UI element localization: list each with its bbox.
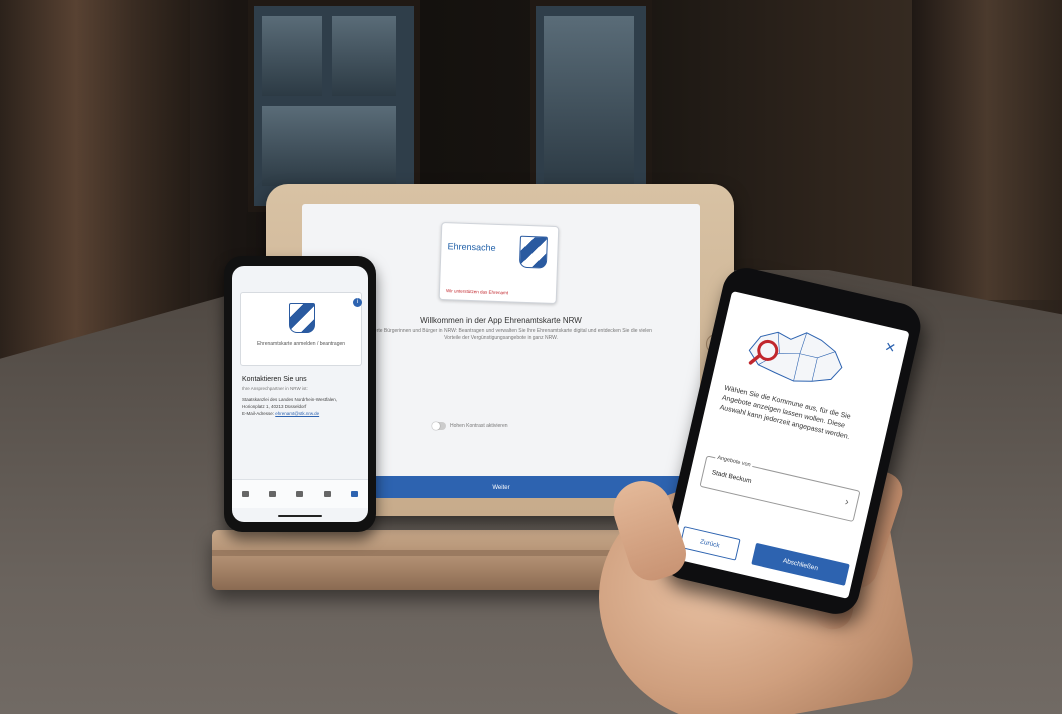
back-button[interactable]: Zurück bbox=[679, 526, 741, 561]
contact-subheading: Ihre Ansprechpartner in NRW ist: bbox=[242, 386, 308, 391]
nrw-map-icon bbox=[748, 331, 843, 382]
bottom-nav bbox=[232, 479, 368, 508]
nav-person-icon[interactable] bbox=[350, 491, 358, 497]
window-right bbox=[530, 0, 652, 212]
photo-scene: Ehrensache Wir unterstützen das Ehrenamt… bbox=[0, 0, 1062, 714]
email-prefix: E-Mail-Adresse: bbox=[242, 411, 275, 416]
curtain-right bbox=[912, 0, 1062, 300]
instruction-text: Wählen Sie die Kommune aus, für die Sie … bbox=[718, 384, 852, 441]
nav-heart-icon[interactable] bbox=[296, 491, 304, 497]
email-link[interactable]: ehrenamt@stk.nrw.de bbox=[275, 411, 319, 416]
contact-address: Staatskanzlei des Landes Nordrhein-Westf… bbox=[242, 396, 360, 417]
finish-button[interactable]: Abschließen bbox=[751, 542, 850, 586]
nav-card-icon[interactable] bbox=[242, 491, 250, 497]
contact-heading: Kontaktieren Sie uns bbox=[242, 376, 307, 383]
municipality-select-label: Angebote von bbox=[714, 454, 754, 469]
high-contrast-toggle[interactable] bbox=[432, 422, 446, 430]
close-icon[interactable]: ✕ bbox=[883, 339, 897, 357]
tablet-stand bbox=[212, 530, 632, 590]
nav-document-icon[interactable] bbox=[323, 491, 331, 497]
nrw-crest-icon bbox=[289, 303, 315, 333]
window-left bbox=[248, 0, 420, 212]
ehrensache-card: Ehrensache Wir unterstützen das Ehrenamt bbox=[438, 221, 560, 305]
phone-left-screen: Ehrenamtskarte anmelden / beantragen i K… bbox=[232, 266, 368, 522]
register-card-label: Ehrenamtskarte anmelden / beantragen bbox=[256, 341, 346, 347]
high-contrast-label: Hohen Kontrast aktivieren bbox=[450, 423, 508, 429]
municipality-select-value: Stadt Beckum bbox=[711, 469, 753, 486]
welcome-description: Für engagierte Bürgerinnen und Bürger in… bbox=[350, 328, 652, 341]
tablet-stand-strap bbox=[212, 550, 632, 556]
card-brand: Ehrensache bbox=[447, 241, 496, 253]
nav-map-icon[interactable] bbox=[269, 491, 277, 497]
home-indicator bbox=[278, 515, 322, 517]
nrw-crest-icon bbox=[518, 235, 548, 269]
chevron-right-icon: › bbox=[843, 495, 850, 509]
address-text: Staatskanzlei des Landes Nordrhein-Westf… bbox=[242, 397, 337, 409]
municipality-select[interactable]: Angebote von Stadt Beckum › bbox=[699, 454, 861, 523]
register-card[interactable]: Ehrenamtskarte anmelden / beantragen bbox=[240, 292, 362, 366]
phone-left-device: Ehrenamtskarte anmelden / beantragen i K… bbox=[224, 256, 376, 532]
info-icon[interactable]: i bbox=[353, 298, 362, 307]
high-contrast-row[interactable]: Hohen Kontrast aktivieren bbox=[432, 422, 508, 430]
card-tagline: Wir unterstützen das Ehrenamt bbox=[445, 288, 509, 296]
